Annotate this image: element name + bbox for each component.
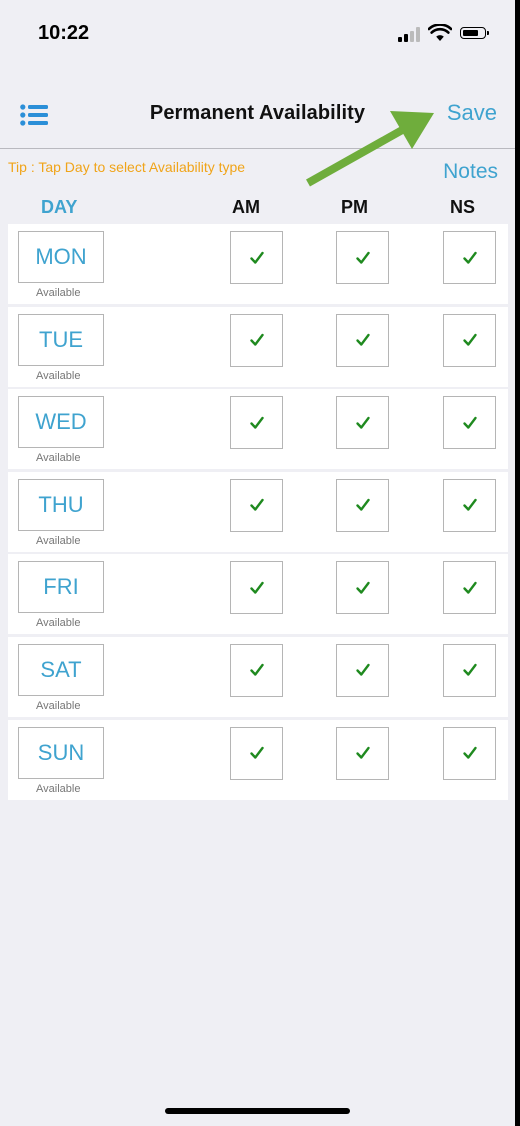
- day-status: Available: [36, 617, 81, 630]
- availability-list: MON Available TUE Available WED Availabl…: [8, 224, 508, 802]
- battery-icon: [460, 27, 489, 39]
- header-ns: NS: [450, 197, 476, 217]
- ns-checkbox[interactable]: [443, 231, 496, 284]
- tip-text: Tip : Tap Day to select Availability typ…: [8, 159, 246, 175]
- am-checkbox[interactable]: [230, 396, 283, 450]
- checkmark-icon: [462, 499, 477, 511]
- availability-row: SAT Available: [8, 636, 508, 717]
- checkmark-icon: [462, 333, 477, 346]
- am-checkbox[interactable]: [230, 643, 283, 697]
- header-pm: PM: [341, 197, 368, 217]
- day-status: Available: [36, 452, 81, 465]
- day-status: Available: [36, 699, 81, 712]
- pm-checkbox[interactable]: [336, 396, 389, 450]
- checkmark-icon: [249, 416, 264, 429]
- pm-checkbox[interactable]: [336, 231, 389, 284]
- pm-checkbox[interactable]: [336, 561, 389, 615]
- day-button-sun[interactable]: SUN: [18, 726, 104, 779]
- pm-checkbox[interactable]: [336, 478, 389, 532]
- am-checkbox[interactable]: [230, 561, 283, 615]
- availability-row: THU Available: [8, 471, 508, 552]
- checkmark-icon: [249, 664, 264, 677]
- day-button-wed[interactable]: WED: [18, 396, 104, 449]
- checkmark-icon: [462, 416, 477, 429]
- checkmark-icon: [355, 581, 370, 594]
- wifi-icon: [428, 24, 452, 41]
- notes-button[interactable]: Notes: [443, 160, 498, 184]
- checkmark-icon: [462, 746, 477, 759]
- availability-row: MON Available: [8, 224, 508, 304]
- day-button-sat[interactable]: SAT: [18, 643, 104, 696]
- day-status: Available: [36, 534, 81, 547]
- ns-checkbox[interactable]: [443, 643, 496, 697]
- home-indicator: [165, 1108, 350, 1114]
- day-button-thu[interactable]: THU: [18, 478, 104, 531]
- checkmark-icon: [249, 499, 264, 511]
- ns-checkbox[interactable]: [443, 561, 496, 615]
- checkmark-icon: [355, 333, 370, 346]
- ns-checkbox[interactable]: [443, 396, 496, 450]
- am-checkbox[interactable]: [230, 313, 283, 367]
- am-checkbox[interactable]: [230, 478, 283, 532]
- pm-checkbox[interactable]: [336, 643, 389, 697]
- page-title: Permanent Availability: [149, 102, 366, 124]
- pm-checkbox[interactable]: [336, 726, 389, 780]
- availability-row: FRI Available: [8, 554, 508, 635]
- checkmark-icon: [462, 581, 477, 594]
- day-status: Available: [36, 287, 81, 299]
- checkmark-icon: [355, 416, 370, 429]
- ns-checkbox[interactable]: [443, 726, 496, 780]
- day-button-tue[interactable]: TUE: [18, 313, 104, 366]
- nav-bar: Permanent Availability Save: [0, 80, 515, 149]
- app-screen: 10:22 Permanent Availability Save Tip: …: [0, 0, 515, 1126]
- header-am: AM: [232, 197, 260, 217]
- pm-checkbox[interactable]: [336, 313, 389, 367]
- availability-row: TUE Available: [8, 306, 508, 387]
- checkmark-icon: [249, 746, 264, 759]
- header-day: DAY: [41, 197, 78, 217]
- status-icons: [398, 24, 494, 42]
- checkmark-icon: [355, 499, 370, 511]
- status-time: 10:22: [38, 22, 90, 44]
- am-checkbox[interactable]: [230, 231, 283, 284]
- ns-checkbox[interactable]: [443, 478, 496, 532]
- day-status: Available: [36, 782, 81, 795]
- availability-row: SUN Available: [8, 719, 508, 800]
- checkmark-icon: [355, 251, 370, 264]
- checkmark-icon: [355, 664, 370, 677]
- day-button-mon[interactable]: MON: [18, 231, 104, 283]
- day-status: Available: [36, 369, 81, 382]
- checkmark-icon: [355, 746, 370, 759]
- checkmark-icon: [249, 581, 264, 594]
- ns-checkbox[interactable]: [443, 313, 496, 367]
- signal-icon: [398, 26, 420, 42]
- availability-row: WED Available: [8, 389, 508, 470]
- checkmark-icon: [249, 333, 264, 346]
- checkmark-icon: [462, 251, 477, 264]
- am-checkbox[interactable]: [230, 726, 283, 780]
- checkmark-icon: [462, 664, 477, 677]
- status-bar: 10:22: [0, 0, 515, 70]
- save-button[interactable]: Save: [447, 100, 497, 126]
- checkmark-icon: [249, 251, 264, 264]
- column-headers: DAY AM PM NS: [0, 197, 515, 221]
- day-button-fri[interactable]: FRI: [18, 561, 104, 614]
